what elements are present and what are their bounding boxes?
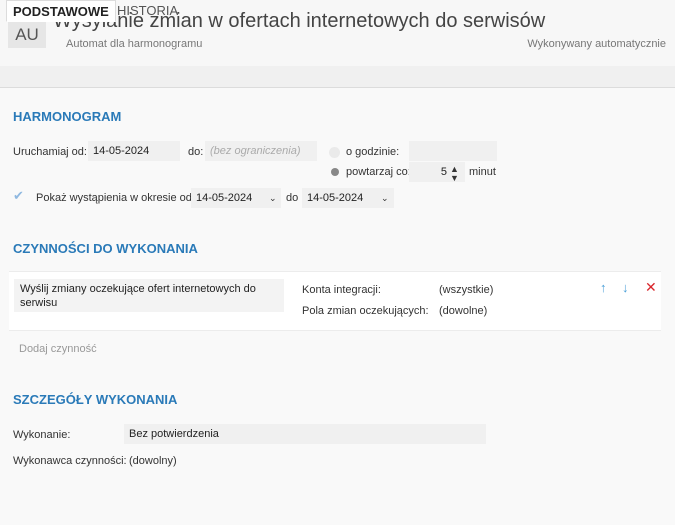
- chevron-down-icon[interactable]: ⌄: [381, 193, 389, 204]
- spinner-icon[interactable]: ▲ ▼: [450, 165, 459, 183]
- status-label: Wykonywany automatycznie: [527, 38, 666, 50]
- page-subtitle: Automat dla harmonogramu: [66, 38, 203, 50]
- show-to-label: do: [286, 192, 299, 204]
- run-from-label: Uruchamiaj od:: [13, 146, 87, 158]
- repeat-label: powtarzaj co:: [346, 166, 411, 178]
- arrow-up-icon[interactable]: ↑: [600, 280, 607, 295]
- at-hour-label: o godzinie:: [346, 146, 400, 158]
- at-hour-radio[interactable]: [329, 147, 340, 158]
- repeat-radio[interactable]: [331, 168, 339, 176]
- tab-bar: [0, 66, 675, 88]
- avatar: AU: [8, 22, 46, 48]
- actions-heading: CZYNNOŚCI DO WYKONANIA: [13, 241, 198, 256]
- executor-value[interactable]: (dowolny): [129, 455, 177, 467]
- integration-accounts-label: Konta integracji:: [302, 284, 381, 296]
- add-action-link[interactable]: Dodaj czynność: [19, 343, 97, 355]
- chevron-down-icon[interactable]: ⌄: [269, 193, 277, 204]
- to-label: do:: [188, 146, 204, 158]
- details-heading: SZCZEGÓŁY WYKONANIA: [13, 392, 178, 407]
- checkbox-icon[interactable]: ✔: [13, 188, 24, 204]
- tab-podstawowe[interactable]: PODSTAWOWE: [6, 0, 116, 22]
- schedule-heading: HARMONOGRAM: [13, 109, 122, 124]
- show-to-value: 14-05-2024: [307, 192, 364, 204]
- pending-fields-value: (dowolne): [439, 305, 488, 317]
- execution-field[interactable]: Bez potwierdzenia: [124, 424, 486, 444]
- show-occurrences-label: Pokaż wystąpienia w okresie od: [36, 192, 192, 204]
- repeat-unit: minut: [469, 166, 496, 178]
- show-from-value: 14-05-2024: [196, 192, 253, 204]
- show-from-select[interactable]: 14-05-2024: [191, 188, 281, 208]
- delete-icon[interactable]: ✕: [645, 279, 657, 296]
- run-to-field[interactable]: (bez ograniczenia): [205, 141, 317, 161]
- run-from-field[interactable]: 14-05-2024: [88, 141, 180, 161]
- action-name[interactable]: Wyślij zmiany oczekujące ofert interneto…: [14, 279, 284, 312]
- execution-label: Wykonanie:: [13, 429, 71, 441]
- executor-label: Wykonawca czynności:: [13, 455, 127, 467]
- tab-historia[interactable]: HISTORIA: [111, 0, 184, 21]
- at-hour-field[interactable]: [409, 141, 497, 161]
- arrow-down-icon[interactable]: ↓: [622, 280, 629, 295]
- pending-fields-label: Pola zmian oczekujących:: [302, 305, 429, 317]
- integration-accounts-value: (wszystkie): [439, 284, 494, 296]
